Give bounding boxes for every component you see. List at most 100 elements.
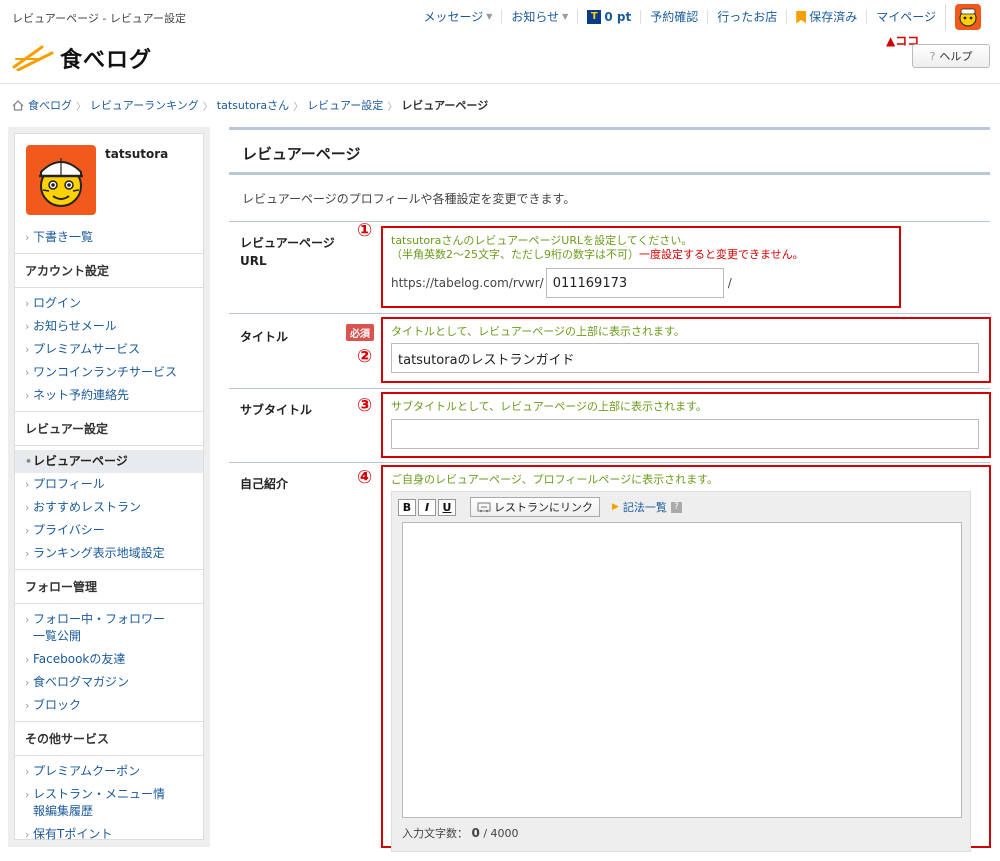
page-title: レビュアーページ [229,127,990,175]
editor-area: 入力文字数： 0 / 4000 [391,522,971,852]
tiger-avatar-icon [959,8,977,27]
annotation-number: ③ [357,395,373,416]
sidebar-item-facebook-friends[interactable]: Facebookの友達 [15,648,203,671]
sidebar-item-premium-coupon[interactable]: プレミアムクーポン [15,760,203,783]
char-count-value: 0 [471,826,480,840]
title-row: タイトル 必須 ② タイトルとして、レビュアーページの上部に表示されます。 ta… [229,314,991,389]
help-button[interactable]: ? ヘルプ [912,44,990,68]
sidebar-item-privacy[interactable]: プライバシー [15,519,203,542]
chevron-down-icon: ▼ [562,12,569,21]
help-label: ヘルプ [939,50,973,63]
chevron-down-icon: ▼ [486,12,493,21]
required-badge: 必須 [346,324,374,341]
chopsticks-icon [12,45,54,71]
breadcrumb: 食べログ〉 レビュアーランキング〉 tatsutoraさん〉 レビュアー設定〉 … [12,97,488,113]
url-warning: 一度設定すると変更できません。 [639,248,804,261]
avatar [955,4,981,30]
question-icon: ? [929,49,936,63]
title-label: タイトル [240,330,289,344]
sidebar-item-t-points[interactable]: 保有Tポイント [15,823,203,846]
sidebar: tatsutora 下書き一覧 アカウント設定 ログイン お知らせメール プレミ… [8,127,210,847]
url-label-line2: URL [240,254,267,268]
reservations-link[interactable]: 予約確認 [640,10,707,24]
page-description: レビュアーページのプロフィールや各種設定を変更できます。 [229,175,990,222]
points-link[interactable]: T0 pt [577,10,640,24]
restaurant-link-button[interactable]: レストランにリンク [470,497,600,517]
avatar[interactable] [26,145,96,215]
sidebar-item-reservation-contact[interactable]: ネット予約連絡先 [15,384,203,407]
help-icon: ? [670,501,682,513]
mypage-link[interactable]: マイページ [866,10,945,24]
notifications-link[interactable]: お知らせ ▼ [501,10,577,24]
url-field-group: https://tabelog.com/rvwr/ 011169173 / [391,268,732,298]
annotation-number: ④ [357,467,373,488]
intro-hint: ご自身のレビュアーページ、プロフィールページに表示されます。 [391,473,719,486]
subtitle-input[interactable] [391,419,979,449]
sidebar-heading: レビュアー設定 [15,411,203,446]
breadcrumb-item[interactable]: 食べログ [28,97,72,113]
sidebar-item-magazine[interactable]: 食べログマガジン [15,671,203,694]
syntax-list-label: 記法一覧 [622,501,667,514]
profile-block: tatsutora [15,134,203,226]
url-row: レビュアーページ URL ① tatsutoraさんのレビュアーページURLを設… [229,220,990,314]
bookmark-icon [796,10,807,24]
breadcrumb-separator: 〉 [293,101,304,113]
sidebar-item-profile[interactable]: プロフィール [15,473,203,496]
intro-textarea[interactable] [402,522,962,818]
visited-link[interactable]: 行ったお店 [707,10,786,24]
top-nav: メッセージ ▼ お知らせ ▼ T0 pt 予約確認 行ったお店 保存済み マイページ [414,4,990,30]
sidebar-item-premium[interactable]: プレミアムサービス [15,338,203,361]
url-label: レビュアーページ URL [240,234,335,270]
breadcrumb-item[interactable]: tatsutoraさん [217,97,289,113]
italic-button[interactable]: I [418,498,436,516]
logo-text: 食べログ [60,48,153,73]
subtitle-label: サブタイトル [240,403,313,417]
messages-label: メッセージ [423,10,484,24]
breadcrumb-current: レビュアーページ [401,99,489,112]
underline-button[interactable]: U [438,498,456,516]
bold-button[interactable]: B [398,498,416,516]
sidebar-item-recommended[interactable]: おすすめレストラン [15,496,203,519]
subtitle-hint: サブタイトルとして、レビュアーページの上部に表示されます。 [391,400,707,413]
url-prefix: https://tabelog.com/rvwr/ [391,276,544,290]
sidebar-heading: アカウント設定 [15,253,203,288]
sidebar-item-drafts[interactable]: 下書き一覧 [15,226,203,249]
points-value: 0 pt [604,10,632,24]
sidebar-item-follow-list[interactable]: フォロー中・フォロワー一覧公開 [15,608,175,648]
sidebar-panel: tatsutora 下書き一覧 アカウント設定 ログイン お知らせメール プレミ… [14,133,204,843]
subtitle-row: サブタイトル ③ サブタイトルとして、レビュアーページの上部に表示されます。 [229,389,991,463]
url-hint-rules: （半角英数2～25文字、ただし9桁の数字は不可）一度設定すると変更できません。 [391,246,804,262]
saved-link[interactable]: 保存済み [786,10,866,24]
url-input[interactable]: 011169173 [545,268,724,298]
link-icon [477,502,491,513]
sidebar-heading: フォロー管理 [15,569,203,604]
saved-label: 保存済み [809,10,858,24]
sidebar-item-reviewer-page[interactable]: レビュアーページ [15,450,203,473]
sidebar-item-notification-mail[interactable]: お知らせメール [15,315,203,338]
sidebar-item-ranking-region[interactable]: ランキング表示地域設定 [15,542,203,565]
messages-link[interactable]: メッセージ ▼ [414,10,501,24]
char-count: 入力文字数： 0 / 4000 [402,825,519,841]
breadcrumb-item[interactable]: レビュアーランキング [90,97,199,113]
syntax-list-link[interactable]: ▶ 記法一覧 ? [612,499,682,515]
page-label: レビュアーページ - レビュアー設定 [12,12,186,25]
user-avatar-menu[interactable] [945,4,990,30]
title-input[interactable]: tatsutoraのレストランガイド [391,343,979,373]
editor-toolbar: B I U レストランにリンク ▶ 記法一覧 ? [391,491,971,523]
annotation-number: ① [357,220,373,241]
logo[interactable]: 食べログ [12,42,152,74]
header: レビュアーページ - レビュアー設定 食べログ メッセージ ▼ お知らせ ▼ T0 … [0,0,1000,84]
url-hint-length: （半角英数2～25文字、ただし9桁の数字は不可） [391,248,639,261]
sidebar-item-login[interactable]: ログイン [15,292,203,315]
annotation-number: ② [357,346,373,367]
restaurant-link-label: レストランにリンク [494,501,593,514]
breadcrumb-item[interactable]: レビュアー設定 [307,97,383,113]
breadcrumb-separator: 〉 [387,101,398,113]
sidebar-item-one-coin-lunch[interactable]: ワンコインランチサービス [15,361,203,384]
sidebar-item-edit-history[interactable]: レストラン・メニュー情報編集履歴 [15,783,165,823]
intro-row: 自己紹介 ④ ご自身のレビュアーページ、プロフィールページに表示されます。 B … [229,463,991,860]
breadcrumb-separator: 〉 [76,101,86,113]
char-count-label: 入力文字数： [402,827,468,840]
main-content: レビュアーページ レビュアーページのプロフィールや各種設定を変更できます。 レビ… [229,127,991,860]
sidebar-item-block[interactable]: ブロック [15,694,203,717]
